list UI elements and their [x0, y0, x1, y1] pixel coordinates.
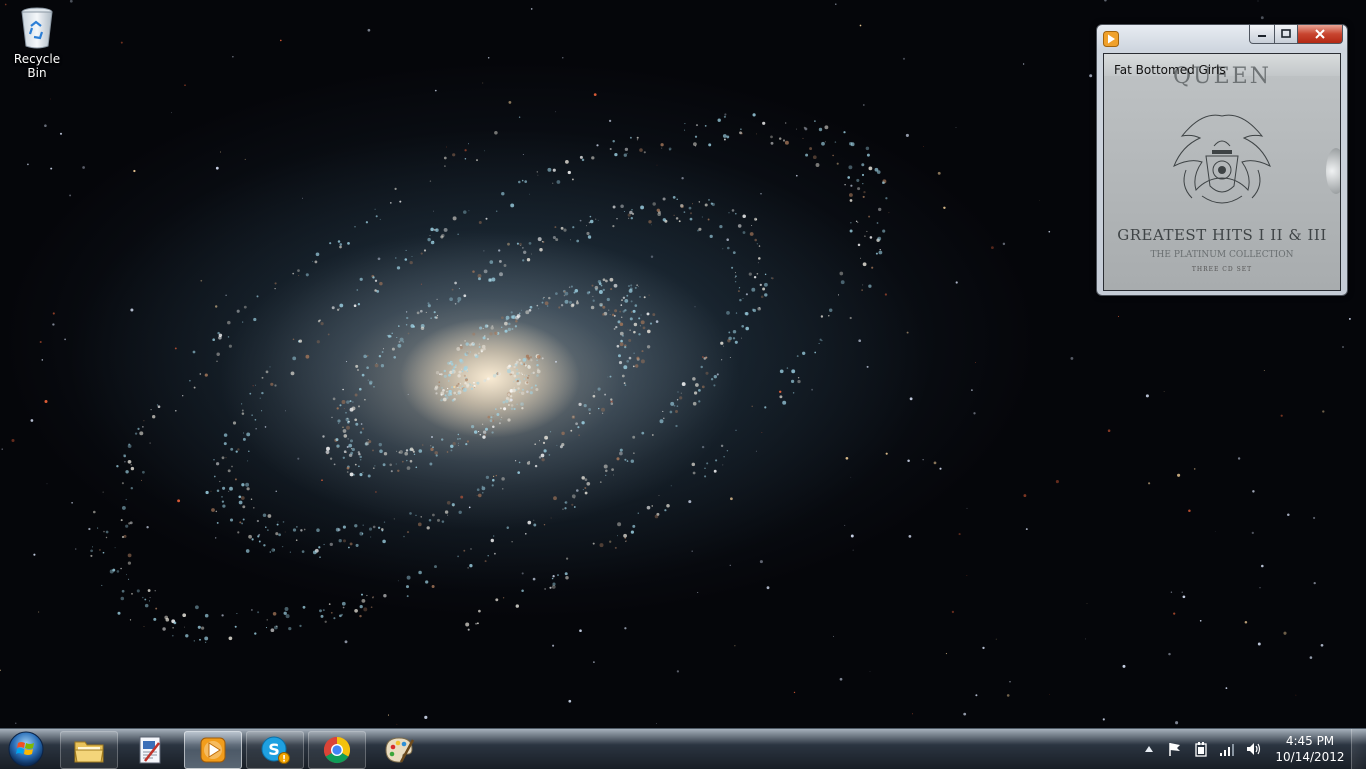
taskbar-paint-button[interactable] — [370, 731, 428, 769]
windows-orb-icon — [8, 731, 44, 767]
recycle-bin-label: Recycle Bin — [13, 52, 61, 80]
minimize-icon — [1258, 35, 1266, 37]
palette-icon — [385, 737, 415, 763]
show-hidden-icons-button[interactable] — [1141, 741, 1157, 757]
taskbar: S ! 4:45 PM 10/14/2012 — [0, 728, 1366, 769]
recycle-bin-icon — [17, 6, 57, 50]
queen-crest-emblem — [1173, 114, 1271, 204]
album-title: GREATEST HITS I II & III — [1117, 226, 1327, 244]
media-player-icon — [200, 737, 226, 763]
album-subtitle: THE PLATINUM COLLECTION — [1150, 250, 1294, 260]
cd-disc-edge — [1326, 148, 1340, 194]
network-status-button[interactable] — [1219, 741, 1235, 757]
maximize-icon — [1281, 29, 1291, 38]
document-pen-icon — [139, 736, 161, 764]
close-icon — [1315, 29, 1325, 39]
chrome-icon — [323, 736, 351, 764]
taskbar-document-button[interactable] — [121, 731, 179, 769]
svg-text:!: ! — [282, 755, 286, 765]
volume-button[interactable] — [1245, 741, 1261, 757]
maximize-button[interactable] — [1275, 25, 1298, 44]
network-signal-icon — [1220, 744, 1234, 756]
recycle-bin-shortcut[interactable]: Recycle Bin — [4, 6, 70, 80]
action-center-button[interactable] — [1167, 741, 1183, 757]
start-button[interactable] — [4, 730, 48, 768]
window-caption-buttons — [1249, 25, 1343, 44]
desktop: Recycle Bin Fat Bottomed Girls QUEEN GRE… — [0, 0, 1366, 728]
volume-icon — [1247, 743, 1261, 755]
media-player-window[interactable]: Fat Bottomed Girls QUEEN GREATEST HITS I… — [1096, 24, 1348, 296]
clock[interactable]: 4:45 PM 10/14/2012 — [1274, 733, 1346, 765]
close-button[interactable] — [1298, 25, 1343, 44]
minimize-button[interactable] — [1249, 25, 1275, 44]
clock-date: 10/14/2012 — [1275, 750, 1345, 764]
action-center-flag-icon — [1169, 743, 1180, 756]
album-set-note: THREE CD SET — [1191, 266, 1253, 273]
taskbar-explorer-button[interactable] — [60, 731, 118, 769]
skype-icon: S ! — [261, 736, 290, 765]
system-tray: 4:45 PM 10/14/2012 — [1136, 729, 1346, 769]
folder-icon — [74, 741, 104, 763]
now-playing-title: Fat Bottomed Girls — [1114, 63, 1226, 77]
taskbar-media-player-button[interactable] — [184, 731, 242, 769]
show-hidden-icon — [1145, 746, 1153, 752]
album-art-panel[interactable]: Fat Bottomed Girls QUEEN GREATEST HITS I… — [1103, 53, 1341, 291]
show-desktop-button[interactable] — [1351, 729, 1366, 769]
power-status-button[interactable] — [1193, 741, 1209, 757]
svg-text:S: S — [268, 740, 280, 759]
clock-time: 4:45 PM — [1285, 734, 1335, 748]
taskbar-skype-button[interactable]: S ! — [246, 731, 304, 769]
power-icon — [1195, 742, 1207, 757]
taskbar-chrome-button[interactable] — [308, 731, 366, 769]
media-player-icon — [1103, 31, 1119, 47]
